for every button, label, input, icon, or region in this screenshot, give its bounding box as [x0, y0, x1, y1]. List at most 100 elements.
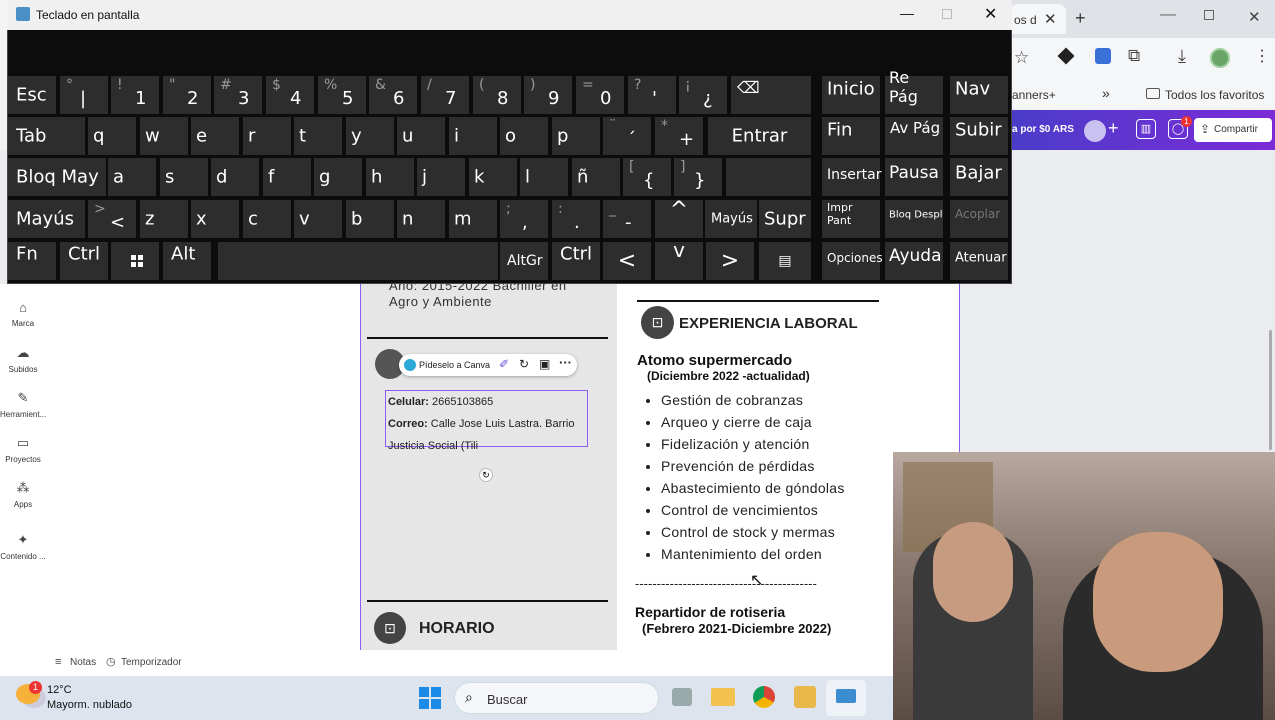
extension-diamond-icon[interactable]	[1057, 47, 1075, 65]
rotate-handle-icon[interactable]: ↻	[479, 468, 493, 482]
key[interactable]: ]}	[674, 158, 722, 196]
on-screen-keyboard-taskbar-icon[interactable]	[826, 680, 866, 716]
key[interactable]: _ -	[603, 200, 651, 238]
key-caps-lock[interactable]: Bloq May	[8, 158, 106, 196]
key[interactable]: #3	[214, 76, 262, 114]
promo-text[interactable]: a por $0 ARS	[1012, 124, 1074, 135]
app-icon[interactable]	[794, 686, 816, 708]
minimize-browser-icon[interactable]: —	[1160, 6, 1176, 24]
key-home[interactable]: Inicio	[822, 76, 880, 114]
key-arrow-left[interactable]: <	[603, 242, 651, 280]
weather-temp[interactable]: 12°C	[47, 684, 72, 696]
key-fade[interactable]: Atenuar	[950, 242, 1008, 280]
key-windows[interactable]	[111, 242, 159, 280]
new-tab-icon[interactable]: +	[1075, 8, 1086, 29]
tab-close-icon[interactable]: ✕	[1044, 10, 1057, 28]
key[interactable]: " 2	[163, 76, 211, 114]
key[interactable]: j	[417, 158, 465, 196]
share-button[interactable]: ⇪ Compartir	[1194, 118, 1272, 142]
key[interactable]: p	[552, 117, 600, 155]
key-insert[interactable]: Insertar	[822, 158, 882, 196]
key[interactable]: w	[140, 117, 188, 155]
key-delete[interactable]: Supr	[759, 200, 811, 238]
close-browser-icon[interactable]: ✕	[1248, 8, 1261, 26]
lock-icon[interactable]: ▣	[539, 357, 550, 371]
key[interactable]: z	[140, 200, 188, 238]
key-help[interactable]: Ayuda	[885, 242, 943, 280]
key[interactable]: n	[397, 200, 445, 238]
download-icon[interactable]: ⤓	[1178, 46, 1186, 67]
key-altgr[interactable]: AltGr	[500, 242, 548, 280]
key-page-down[interactable]: Av Pág	[885, 117, 943, 155]
task-view-icon[interactable]	[672, 688, 692, 706]
translate-icon[interactable]	[1095, 48, 1111, 64]
add-collaborator-icon[interactable]: +	[1108, 118, 1119, 139]
key[interactable]: l	[520, 158, 568, 196]
key-context-menu[interactable]: ▤	[759, 242, 811, 280]
key-options[interactable]: Opciones	[822, 242, 883, 280]
key-fn[interactable]: Fn	[8, 242, 56, 280]
key[interactable]: ? '	[628, 76, 676, 114]
key-arrow-right[interactable]: >	[706, 242, 754, 280]
avatar[interactable]	[1084, 120, 1106, 142]
sidebar-item-apps[interactable]: ⁂ Apps	[0, 480, 46, 509]
key-shift-right[interactable]: Mayús	[705, 200, 757, 238]
key[interactable]: r	[243, 117, 291, 155]
key[interactable]: g	[314, 158, 362, 196]
menu-dots-icon[interactable]: ⋮	[1254, 46, 1270, 66]
key[interactable]: o	[500, 117, 548, 155]
key[interactable]: k	[469, 158, 517, 196]
star-icon[interactable]: ☆	[1014, 48, 1029, 68]
key[interactable]: h	[366, 158, 414, 196]
key[interactable]: a	[108, 158, 156, 196]
key[interactable]: $4	[266, 76, 314, 114]
key-arrow-down[interactable]: v	[655, 238, 703, 280]
key[interactable]: ¨ ´	[603, 117, 651, 155]
timer-button[interactable]: Temporizador	[121, 657, 182, 668]
key[interactable]: c	[243, 200, 291, 238]
key-print-screen[interactable]: Impr Pant	[822, 200, 880, 238]
key-nav[interactable]: Nav	[950, 76, 1008, 114]
key[interactable]: % 5	[318, 76, 366, 114]
ask-canva-toolbar[interactable]: Pídeselo a Canva ✐ ↻ ▣ ···	[399, 354, 577, 376]
close-icon[interactable]: ✕	[984, 4, 997, 24]
ask-canva-label[interactable]: Pídeselo a Canva	[419, 360, 490, 370]
key[interactable]: x	[191, 200, 239, 238]
key-scroll-up[interactable]: Subir	[950, 117, 1008, 155]
key[interactable]: u	[397, 117, 445, 155]
analytics-icon[interactable]: ▥	[1136, 119, 1156, 139]
bookmark-all-favorites[interactable]: Todos los favoritos	[1165, 88, 1264, 102]
key-scroll-lock[interactable]: Bloq Despl	[885, 200, 943, 238]
key-backspace[interactable]: ⌫	[731, 76, 811, 114]
bookmark-item[interactable]: anners+	[1012, 88, 1056, 102]
magic-edit-icon[interactable]: ✐	[499, 357, 509, 371]
key-arrow-up[interactable]: ^	[655, 198, 703, 238]
keyboard-titlebar[interactable]: Teclado en pantalla — ✕	[7, 0, 1012, 30]
key[interactable]: b	[346, 200, 394, 238]
key[interactable]: ) 9	[524, 76, 572, 114]
key[interactable]: = 0	[576, 76, 624, 114]
key-space[interactable]	[218, 242, 498, 280]
key[interactable]: (8	[473, 76, 521, 114]
key[interactable]: ! 1	[111, 76, 159, 114]
rotate-icon[interactable]: ↻	[519, 357, 529, 371]
key[interactable]: q	[88, 117, 136, 155]
key-pause[interactable]: Pausa	[885, 158, 943, 196]
key-tab[interactable]: Tab	[8, 117, 85, 155]
chevron-right-icon[interactable]: »	[1102, 85, 1110, 101]
file-explorer-icon[interactable]	[711, 688, 735, 706]
profile-avatar[interactable]	[1210, 48, 1230, 68]
chrome-icon[interactable]	[753, 686, 775, 708]
key[interactable]: f	[263, 158, 311, 196]
more-icon[interactable]: ···	[559, 355, 572, 370]
minimize-icon[interactable]: —	[900, 5, 914, 21]
restore-browser-icon[interactable]	[1204, 10, 1214, 20]
sidebar-item-tools[interactable]: ✎ Herramient...	[0, 390, 46, 419]
key[interactable]: /7	[421, 76, 469, 114]
key-ctrl-right[interactable]: Ctrl	[552, 242, 600, 280]
key[interactable]: :.	[552, 200, 600, 238]
key-scroll-down[interactable]: Bajar	[950, 158, 1008, 196]
sidebar-item-projects[interactable]: ▭ Proyectos	[0, 435, 46, 464]
key[interactable]: & 6	[369, 76, 417, 114]
sidebar-item-uploads[interactable]: ☁ Subidos	[0, 345, 46, 374]
